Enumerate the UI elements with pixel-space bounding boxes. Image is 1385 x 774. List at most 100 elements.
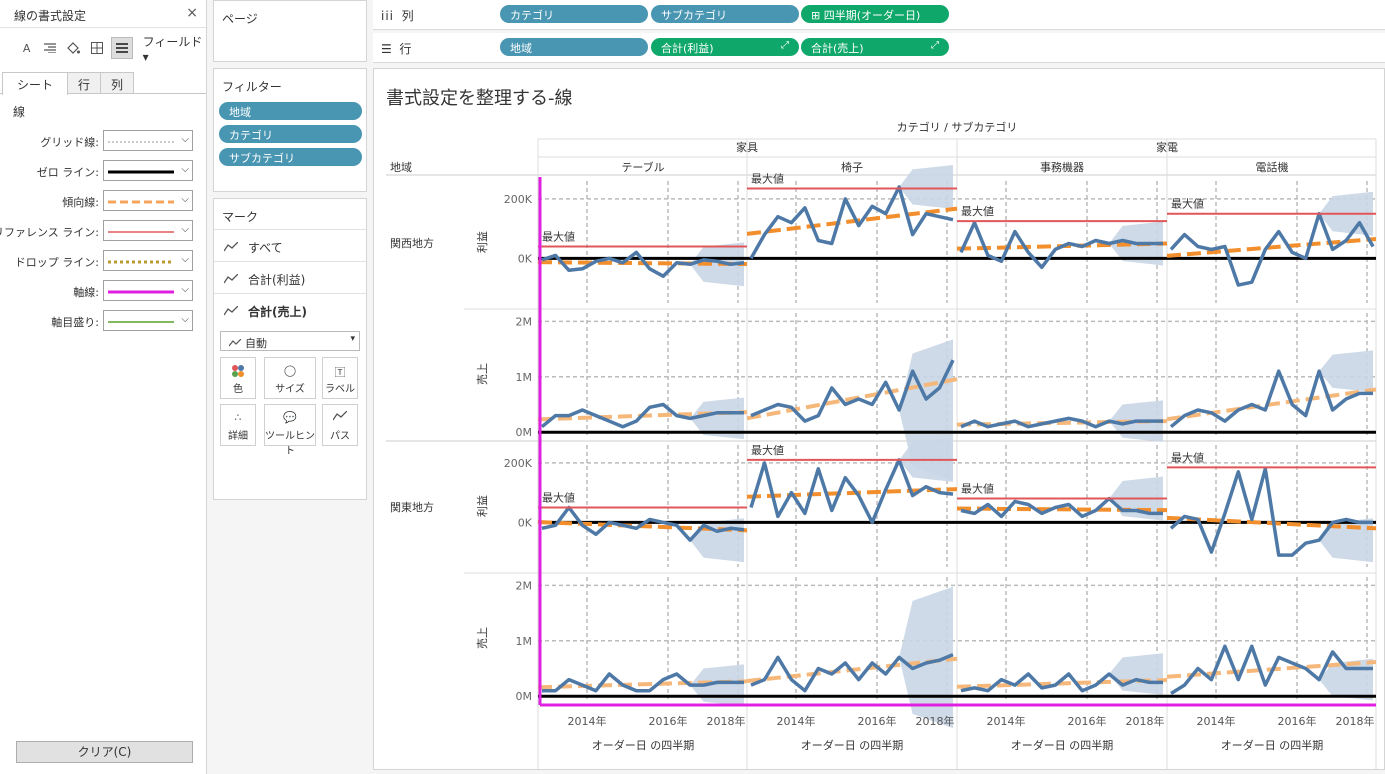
axis-tick-label: 200K (504, 457, 533, 470)
alignment-icon[interactable] (41, 39, 58, 57)
shading-icon[interactable] (65, 39, 82, 57)
rows-icon: ☰ (381, 42, 392, 56)
mark-type-value: 自動 (245, 337, 267, 350)
row-pill-profit[interactable]: 合計(利益) ⤢ (651, 38, 799, 56)
x-tick-label: 2018年 (1126, 714, 1165, 728)
x-tick-label: 2014年 (568, 714, 607, 728)
line-setting-row: グリッド線: ⌵ (0, 130, 207, 152)
x-axis-title: オーダー日 の四半期 (1221, 738, 1324, 752)
format-pane-title: 線の書式設定 (14, 9, 87, 23)
filter-pill-category[interactable]: カテゴリ (219, 125, 362, 143)
size-icon: ◯ (283, 364, 297, 377)
reference-label: 最大値 (1171, 450, 1204, 464)
format-tabs: シート 行 列 (0, 72, 206, 95)
line-style-dropdown[interactable]: ⌵ (103, 250, 193, 271)
color-icon (221, 364, 255, 380)
chevron-down-icon: ⌵ (181, 254, 189, 265)
rows-shelf-text: 行 (399, 42, 412, 56)
size-label: サイズ (275, 384, 305, 395)
axis-tick-label: 2M (516, 315, 533, 328)
trellis-line-chart[interactable]: カテゴリ / サブカテゴリ家具 家電テーブル 椅子 事務機器 電話機地域関西地方関東地方… (374, 69, 1385, 771)
row-pill-region[interactable]: 地域 (500, 38, 648, 56)
region-label: 関西地方 (390, 236, 434, 250)
tooltip-button[interactable]: 💬 ツールヒント (264, 404, 316, 457)
lines-icon[interactable] (111, 37, 133, 59)
columns-shelf-text: 列 (401, 9, 414, 23)
line-mark-icon (228, 338, 242, 347)
line-setting-label: グリッド線: (40, 136, 99, 149)
reference-label: 最大値 (961, 482, 994, 496)
close-icon[interactable]: × (186, 5, 198, 21)
label-button[interactable]: 🅃 ラベル (322, 357, 358, 399)
forecast-band (899, 164, 953, 209)
mark-type-dropdown[interactable]: 自動 ▾ (220, 331, 360, 351)
line-setting-label: リファレンス ライン: (0, 226, 99, 239)
filter-pill-subcategory[interactable]: サブカテゴリ (219, 148, 362, 166)
column-pill-category[interactable]: カテゴリ (500, 5, 648, 23)
subcategory-header: 事務機器 (1040, 160, 1084, 174)
chevron-down-icon: ⌵ (181, 164, 189, 175)
columns-icon: iii (381, 9, 395, 23)
color-label: 色 (233, 384, 243, 395)
columns-shelf[interactable]: iii 列 カテゴリ サブカテゴリ ⊞ 四半期(オーダー日) (373, 0, 1385, 30)
x-axis-title: オーダー日 の四半期 (801, 738, 904, 752)
font-icon[interactable]: A (18, 39, 35, 57)
reference-label: 最大値 (751, 443, 784, 457)
axis-tick-label: 0M (516, 426, 533, 439)
chevron-down-icon: ⌵ (181, 224, 189, 235)
chevron-down-icon: ▾ (350, 334, 355, 344)
line-style-preview (108, 321, 174, 323)
tab-columns[interactable]: 列 (100, 72, 135, 93)
chevron-down-icon: ⌵ (181, 284, 189, 295)
reference-label: 最大値 (542, 229, 575, 243)
viz-area: 書式設定を整理する-線 カテゴリ / サブカテゴリ 家具 家電 テーブル 椅子 事務機器電… (373, 68, 1385, 770)
detail-button[interactable]: ∴ 詳細 (220, 404, 256, 446)
line-style-dropdown[interactable]: ⌵ (103, 280, 193, 301)
column-pill-subcategory[interactable]: サブカテゴリ (651, 5, 799, 23)
line-style-dropdown[interactable]: ⌵ (103, 130, 193, 151)
line-setting-row: ゼロ ライン: ⌵ (0, 160, 207, 182)
path-button[interactable]: パス (322, 404, 358, 446)
pages-card[interactable]: ページ (213, 0, 367, 62)
line-style-dropdown[interactable]: ⌵ (103, 220, 193, 241)
forecast-band (690, 518, 744, 563)
format-pane-header: 線の書式設定 × (0, 0, 206, 28)
filter-pill-region[interactable]: 地域 (219, 102, 362, 120)
subcategory-header: 電話機 (1256, 160, 1289, 174)
borders-icon[interactable] (88, 39, 105, 57)
line-setting-label: ドロップ ライン: (14, 256, 99, 269)
chevron-down-icon: ⌵ (181, 194, 189, 205)
rows-shelf[interactable]: ☰ 行 地域 合計(利益) ⤢ 合計(売上) ⤢ (373, 33, 1385, 63)
line-mark-icon (223, 241, 240, 255)
subcategory-header: テーブル (621, 160, 664, 174)
marks-row-sales[interactable]: 合計(売上) (214, 293, 366, 325)
region-label: 関東地方 (390, 500, 434, 514)
marks-row-profit[interactable]: 合計(利益) (214, 261, 366, 293)
line-style-preview (108, 141, 174, 143)
color-button[interactable]: 色 (220, 357, 256, 399)
column-header-title: カテゴリ / サブカテゴリ (897, 120, 1018, 134)
row-pill-sales-label: 合計(売上) (811, 42, 864, 55)
marks-row-all[interactable]: すべて (214, 229, 366, 261)
line-setting-label: 軸目盛り: (51, 316, 99, 329)
x-tick-label: 2016年 (858, 714, 897, 728)
line-style-dropdown[interactable]: ⌵ (103, 190, 193, 211)
columns-shelf-label: iii 列 (381, 7, 414, 24)
line-style-preview (108, 290, 174, 294)
tab-rows[interactable]: 行 (67, 72, 102, 93)
tab-sheet[interactable]: シート (2, 72, 69, 95)
size-button[interactable]: ◯ サイズ (264, 357, 316, 399)
line-style-dropdown[interactable]: ⌵ (103, 160, 193, 181)
detail-label: 詳細 (228, 431, 248, 442)
line-style-dropdown[interactable]: ⌵ (103, 310, 193, 331)
row-pill-sales[interactable]: 合計(売上) ⤢ (801, 38, 949, 56)
fields-dropdown[interactable]: フィールド▾ (143, 33, 206, 64)
x-tick-label: 2016年 (1278, 714, 1317, 728)
x-tick-label: 2014年 (987, 714, 1026, 728)
format-toolbar: A フィールド▾ (0, 28, 206, 68)
label-icon: 🅃 (334, 366, 346, 379)
clear-button[interactable]: クリア(C) (16, 741, 193, 763)
tooltip-label: ツールヒント (265, 431, 315, 457)
column-pill-quarter[interactable]: ⊞ 四半期(オーダー日) (801, 5, 949, 23)
x-tick-label: 2014年 (1197, 714, 1236, 728)
